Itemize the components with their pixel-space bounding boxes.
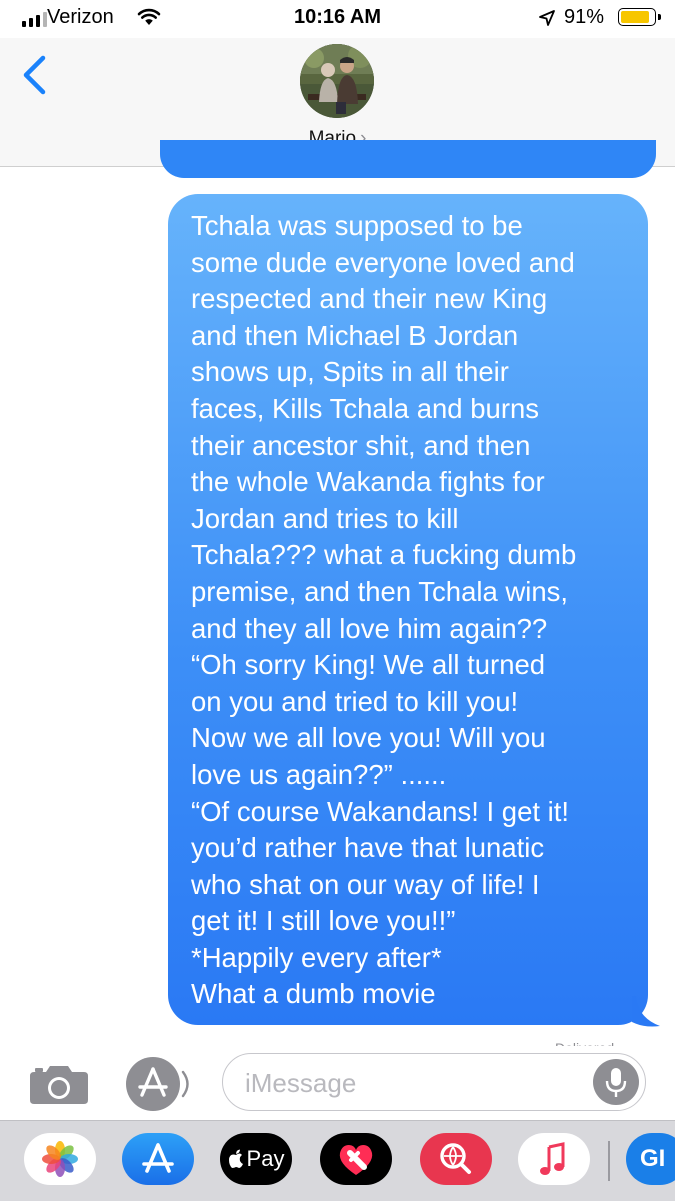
heart-icon	[339, 1145, 373, 1175]
message-input[interactable]	[243, 1064, 587, 1102]
message-text-line: you’d rather have that lunatic	[191, 832, 545, 864]
apple-logo-icon	[228, 1149, 243, 1168]
message-text-line: the whole Wakanda fights for	[191, 466, 545, 498]
chevron-left-icon	[23, 55, 46, 95]
message-text-line: and then Michael B Jordan	[191, 319, 519, 351]
message-text-line: and they all love him again??	[191, 612, 548, 644]
imessage-field[interactable]	[222, 1053, 646, 1111]
message-text-line: premise, and then Tchala wins,	[191, 575, 569, 607]
message-text-line: love us again??” ......	[191, 758, 447, 790]
location-arrow-icon	[538, 9, 556, 32]
camera-icon	[30, 1066, 88, 1104]
app-apple-pay[interactable]: Pay	[220, 1133, 292, 1185]
message-input-bar	[0, 1050, 675, 1120]
message-text-line: Now we all love you! Will you	[191, 722, 546, 754]
message-text-line: Tchala??? what a fucking dumb	[191, 539, 577, 571]
sent-message-bubble[interactable]: Tchala was supposed to be some dude every…	[168, 194, 648, 1025]
app-digital-touch[interactable]	[320, 1133, 392, 1185]
image-search-icon	[440, 1143, 471, 1174]
message-text-line: “Of course Wakandans! I get it!	[191, 795, 570, 827]
message-text-line: faces, Kills Tchala and burns	[191, 392, 540, 424]
previous-message-bubble[interactable]	[160, 140, 656, 178]
app-images-search[interactable]	[420, 1133, 492, 1185]
app-store-icon	[142, 1143, 174, 1173]
battery-percentage: 91%	[564, 6, 605, 28]
gif-label: GI	[640, 1145, 666, 1172]
message-text-line: get it! I still love you!!”	[191, 905, 456, 937]
delivery-receipt: Delivered	[555, 1036, 655, 1046]
drawer-separator	[608, 1141, 610, 1181]
battery-icon	[618, 8, 661, 26]
dictation-button[interactable]	[593, 1059, 639, 1105]
message-text-line: who shat on our way of life! I	[191, 868, 540, 900]
app-store-icon	[138, 1067, 189, 1098]
apple-pay-label: Pay	[246, 1146, 285, 1171]
microphone-icon	[605, 1068, 627, 1097]
music-note-icon	[540, 1142, 565, 1175]
contact-avatar[interactable]	[300, 44, 374, 118]
message-text-line: Jordan and tries to kill	[191, 502, 459, 534]
message-text-line: respected and their new King	[191, 283, 548, 315]
imessage-app-drawer: Pay GI	[0, 1120, 675, 1201]
status-bar: Verizon 10:16 AM 91%	[0, 0, 675, 38]
app-store-drawer[interactable]	[122, 1133, 194, 1185]
app-gif[interactable]: GI	[626, 1133, 675, 1185]
message-text-line: on you and tried to kill you!	[191, 685, 519, 717]
message-text-line: shows up, Spits in all their	[191, 356, 509, 388]
back-button[interactable]	[18, 52, 58, 102]
message-text-line: “Oh sorry King! We all turned	[191, 649, 546, 681]
message-text-line: Tchala was supposed to be	[191, 210, 523, 241]
photos-icon	[42, 1141, 78, 1177]
message-text-line: *Happily every after*	[191, 941, 442, 973]
battery-level	[621, 11, 649, 23]
app-photos[interactable]	[24, 1133, 96, 1185]
app-store-button[interactable]	[126, 1057, 189, 1111]
bubble-tail	[632, 996, 660, 1027]
camera-button[interactable]	[28, 1062, 90, 1111]
message-text-line: some dude everyone loved and	[191, 246, 575, 278]
message-text-line: What a dumb movie	[191, 978, 436, 1010]
message-text-line: their ancestor shit, and then	[191, 429, 531, 461]
app-music[interactable]	[518, 1133, 590, 1185]
